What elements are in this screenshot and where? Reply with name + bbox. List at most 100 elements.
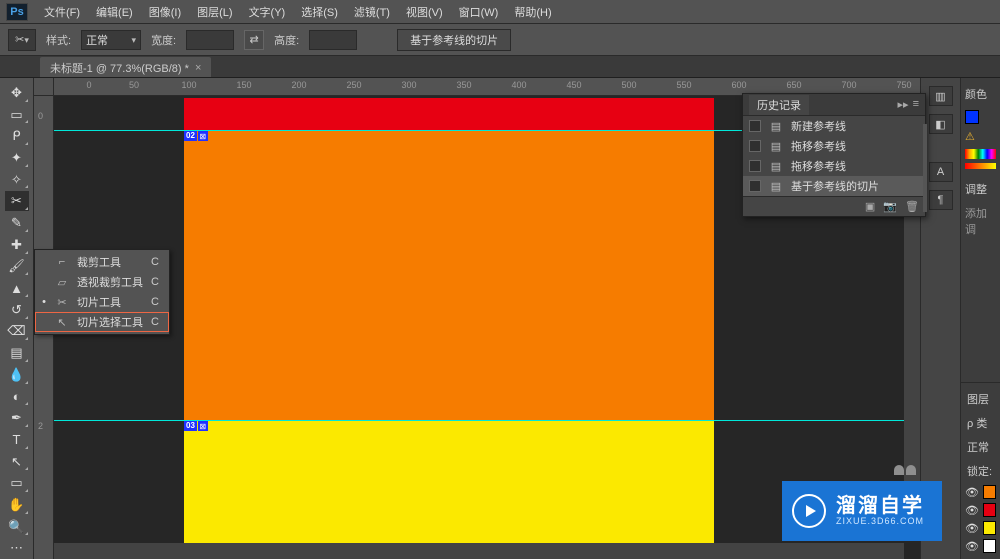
move-tool[interactable]: ✥	[5, 83, 29, 103]
stripe-red	[184, 98, 714, 130]
width-input[interactable]	[186, 30, 234, 50]
paragraph-panel-icon[interactable]: ¶	[929, 190, 953, 210]
panel-menu-icon[interactable]: ≡	[913, 98, 919, 111]
camera-icon[interactable]: ▣	[865, 200, 875, 213]
layer-thumb[interactable]	[983, 503, 996, 517]
quick-select-tool[interactable]: ✦	[5, 148, 29, 168]
history-brush-tool[interactable]: ↺	[5, 300, 29, 320]
history-checkbox[interactable]	[749, 120, 761, 132]
crop-tool-group[interactable]: ✂	[5, 191, 29, 211]
color-panel-tab[interactable]: 颜色	[961, 82, 1000, 106]
height-input[interactable]	[309, 30, 357, 50]
scrollbar-horizontal[interactable]	[54, 543, 904, 559]
menu-view[interactable]: 视图(V)	[398, 1, 451, 23]
watermark-subtitle: ZIXUE.3D66.COM	[836, 517, 924, 527]
history-checkbox[interactable]	[749, 160, 761, 172]
document-tab[interactable]: 未标题-1 @ 77.3%(RGB/8) * ×	[40, 57, 211, 77]
document-tabbar: 未标题-1 @ 77.3%(RGB/8) * ×	[0, 56, 1000, 78]
brush-tool[interactable]: 🖌	[5, 257, 29, 277]
trash-icon[interactable]: 🗑	[905, 200, 919, 213]
history-row[interactable]: ▤ 基于参考线的切片	[743, 176, 925, 196]
menu-select[interactable]: 选择(S)	[293, 1, 346, 23]
watermark: 溜溜自学 ZIXUE.3D66.COM	[782, 481, 942, 541]
type-tool[interactable]: T	[5, 430, 29, 450]
dodge-tool[interactable]: ◐	[5, 387, 29, 407]
properties-panel-icon[interactable]: ◧	[929, 114, 953, 134]
history-step-icon: ▤	[769, 159, 783, 173]
menu-image[interactable]: 图像(I)	[141, 1, 189, 23]
color-ramp-secondary[interactable]	[965, 163, 996, 169]
menu-type[interactable]: 文字(Y)	[241, 1, 294, 23]
history-checkbox[interactable]	[749, 140, 761, 152]
stamp-tool[interactable]: ▲	[5, 278, 29, 298]
blur-tool[interactable]: 💧	[5, 365, 29, 385]
flyout-slice-select-tool[interactable]: ↖ 切片选择工具 C	[35, 312, 169, 332]
history-panel-header[interactable]: 历史记录 ▸▸ ≡	[743, 94, 925, 116]
history-row[interactable]: ▤ 拖移参考线	[743, 136, 925, 156]
layer-thumb[interactable]	[983, 521, 996, 535]
history-step-icon: ▤	[769, 139, 783, 153]
ruler-corner	[34, 78, 54, 96]
visibility-icon[interactable]: 👁	[965, 539, 979, 553]
zoom-tool[interactable]: 🔍	[5, 517, 29, 537]
menu-help[interactable]: 帮助(H)	[506, 1, 559, 23]
pen-tool[interactable]: ✒	[5, 408, 29, 428]
chevron-right-icon[interactable]: ▸▸	[898, 98, 909, 111]
document-canvas[interactable]	[184, 98, 714, 559]
visibility-icon[interactable]: 👁	[965, 503, 979, 517]
eraser-tool[interactable]: ⌫	[5, 322, 29, 342]
foreground-swatch[interactable]	[965, 110, 979, 124]
layers-mode[interactable]: 正常	[963, 435, 998, 459]
history-row[interactable]: ▤ 拖移参考线	[743, 156, 925, 176]
shape-tool[interactable]: ▭	[5, 473, 29, 493]
menu-filter[interactable]: 滤镜(T)	[346, 1, 398, 23]
magic-wand-tool[interactable]: ✧	[5, 170, 29, 190]
eyedropper-tool[interactable]: ✎	[5, 213, 29, 233]
marquee-tool[interactable]: ▭	[5, 105, 29, 125]
crop-icon: ⌐	[55, 256, 69, 268]
menu-layer[interactable]: 图层(L)	[189, 1, 240, 23]
history-panel-tab[interactable]: 历史记录	[749, 95, 809, 115]
slice-select-icon: ↖	[55, 316, 69, 329]
new-snapshot-icon[interactable]: 📷	[883, 200, 897, 213]
menu-file[interactable]: 文件(F)	[36, 1, 88, 23]
slice-label[interactable]: 02⊠	[184, 131, 208, 141]
flyout-perspective-crop-tool[interactable]: ▱ 透视裁剪工具 C	[35, 272, 169, 292]
layers-panel-tab[interactable]: 图层	[963, 387, 998, 411]
style-select[interactable]: 正常	[81, 30, 141, 50]
guide-slice-button[interactable]: 基于参考线的切片	[397, 29, 511, 51]
color-ramp[interactable]	[965, 149, 996, 159]
layer-thumb[interactable]	[983, 539, 996, 553]
close-icon[interactable]: ×	[195, 62, 201, 74]
gradient-tool[interactable]: ▤	[5, 343, 29, 363]
panel-resize-handle[interactable]	[923, 124, 927, 212]
history-checkbox[interactable]	[749, 180, 761, 192]
layer-thumb[interactable]	[983, 485, 996, 499]
lasso-tool[interactable]: ᑭ	[5, 126, 29, 146]
menubar: Ps 文件(F) 编辑(E) 图像(I) 图层(L) 文字(Y) 选择(S) 滤…	[0, 0, 1000, 24]
path-select-tool[interactable]: ↖	[5, 452, 29, 472]
adjustments-panel-tab[interactable]: 调整	[961, 177, 1000, 201]
history-panel-icon[interactable]: ▥	[929, 86, 953, 106]
visibility-icon[interactable]: 👁	[965, 485, 979, 499]
current-tool-icon[interactable]: ✂	[8, 29, 36, 51]
slice-label[interactable]: 03⊠	[184, 421, 208, 431]
edit-toolbar[interactable]: ⋯	[5, 538, 29, 558]
stripe-yellow	[184, 420, 714, 559]
swap-dims-button[interactable]: ⇄	[244, 30, 264, 50]
healing-tool[interactable]: ✚	[5, 235, 29, 255]
crop-tool-flyout: ⌐ 裁剪工具 C ▱ 透视裁剪工具 C • ✂ 切片工具 C ↖ 切片选择工具 …	[34, 249, 170, 335]
flyout-crop-tool[interactable]: ⌐ 裁剪工具 C	[35, 252, 169, 272]
character-panel-icon[interactable]: A	[929, 162, 953, 182]
layers-lock-label: 锁定:	[963, 459, 998, 483]
menu-edit[interactable]: 编辑(E)	[88, 1, 141, 23]
menu-window[interactable]: 窗口(W)	[451, 1, 507, 23]
visibility-icon[interactable]: 👁	[965, 521, 979, 535]
layers-kind[interactable]: ρ 类	[963, 411, 998, 435]
history-row[interactable]: ▤ 新建参考线	[743, 116, 925, 136]
add-adjustment-label: 添加调	[961, 201, 1000, 241]
stripe-orange	[184, 130, 714, 420]
history-panel-footer: ▣ 📷 🗑	[743, 196, 925, 216]
hand-tool[interactable]: ✋	[5, 495, 29, 515]
flyout-slice-tool[interactable]: • ✂ 切片工具 C	[35, 292, 169, 312]
